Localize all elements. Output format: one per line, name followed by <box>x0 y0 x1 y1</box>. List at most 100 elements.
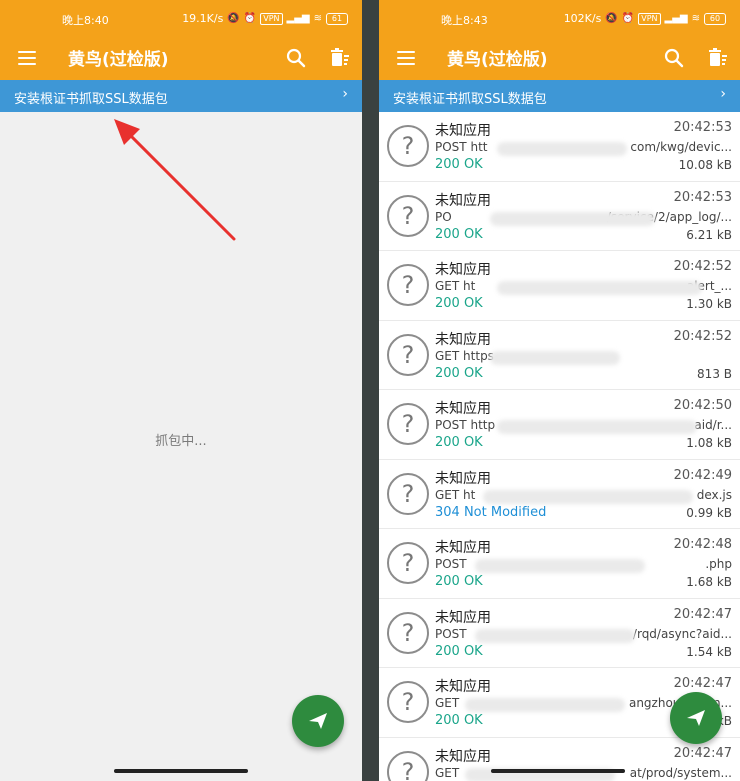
request-status: 200 OK <box>435 713 483 728</box>
chevron-right-icon: › <box>720 86 726 102</box>
request-url-end: .php <box>703 557 732 571</box>
unknown-app-icon: ? <box>387 681 429 723</box>
clear-list-icon[interactable] <box>706 46 730 70</box>
send-icon <box>309 713 327 729</box>
request-status: 200 OK <box>435 226 483 242</box>
redaction-blur <box>497 420 697 434</box>
request-method: GET <box>435 279 460 293</box>
request-app-name: 未知应用 <box>435 401 491 417</box>
request-app-name: 未知应用 <box>435 192 491 209</box>
request-url-start: ht <box>463 279 476 293</box>
request-url-end: /rqd/async?aid... <box>630 626 732 641</box>
request-url-start: http <box>470 418 496 432</box>
menu-icon[interactable] <box>18 51 36 65</box>
request-time: 20:42:49 <box>673 467 732 483</box>
request-status: 200 OK <box>435 296 483 311</box>
request-row[interactable]: ? 未知应用 20:42:48 POST .php 200 OK 1.68 kB <box>379 529 740 599</box>
redaction-blur <box>497 281 702 295</box>
alarm-icon: ⏰ <box>621 13 635 24</box>
request-row[interactable]: ? 未知应用 20:42:50 POST http aid/r... 200 OK 1.08… <box>379 390 740 460</box>
unknown-app-icon: ? <box>387 542 429 584</box>
request-size: 0.99 kB <box>686 505 732 520</box>
status-icons: 19.1K/s 🔕 ⏰ VPN ▂▄▆ ≋ 61 <box>182 12 348 25</box>
ssl-banner-text: 安装根证书抓取SSL数据包 <box>14 92 168 107</box>
request-url-end: com/kwg/devic... <box>628 140 732 154</box>
send-fab-button[interactable] <box>292 695 344 747</box>
request-method: GET <box>435 765 460 780</box>
request-app-name: 未知应用 <box>435 679 491 695</box>
request-method: GET <box>435 487 460 502</box>
search-icon[interactable] <box>662 46 686 70</box>
network-speed: 102K/s <box>563 12 602 25</box>
request-url-end: aid/r... <box>692 418 732 432</box>
phone-screen-right: 晚上8:43 102K/s 🔕 ⏰ VPN ▂▄▆ ≋ 60 黄鸟(过检版) 安… <box>379 0 740 781</box>
send-fab-button[interactable] <box>670 692 722 744</box>
redaction-blur <box>475 559 645 573</box>
mute-icon: 🔕 <box>605 13 618 24</box>
request-time: 20:42:47 <box>673 676 732 691</box>
unknown-app-icon: ? <box>387 264 429 306</box>
menu-icon[interactable] <box>397 51 415 65</box>
mute-icon: 🔕 <box>227 13 240 24</box>
request-app-name: 未知应用 <box>435 262 491 278</box>
request-app-name: 未知应用 <box>435 470 491 487</box>
send-icon <box>687 710 705 726</box>
ssl-certificate-banner[interactable]: 安装根证书抓取SSL数据包 › <box>0 80 362 112</box>
request-method: POST <box>435 557 467 571</box>
capturing-status: 抓包中... <box>155 434 207 449</box>
request-status: 304 Not Modified <box>435 504 547 520</box>
unknown-app-icon: ? <box>387 333 429 376</box>
request-status: 200 OK <box>435 365 483 381</box>
request-time: 20:42:50 <box>673 398 732 413</box>
request-time: 20:42:48 <box>673 537 732 552</box>
unknown-app-icon: ? <box>387 125 429 167</box>
request-status: 200 OK <box>435 574 483 589</box>
request-app-name: 未知应用 <box>435 331 491 348</box>
request-app-name: 未知应用 <box>435 609 491 626</box>
request-time: 20:42:53 <box>673 189 732 205</box>
request-app-name: 未知应用 <box>435 748 491 765</box>
request-time: 20:42:52 <box>673 259 732 274</box>
request-url-end: dex.js <box>694 487 732 502</box>
battery-indicator: 60 <box>704 12 726 25</box>
signal-icon: ▂▄▆ <box>664 13 688 24</box>
request-size: 10.08 kB <box>678 158 732 172</box>
request-size: 6.21 kB <box>686 227 732 242</box>
request-time: 20:42:47 <box>673 606 732 622</box>
request-size: 1.68 kB <box>686 575 732 589</box>
request-row[interactable]: ? 未知应用 20:42:53 PO /service/2/app_log/... 20… <box>379 181 740 251</box>
app-bar: 黄鸟(过检版) <box>0 38 362 80</box>
request-method: POST <box>435 140 467 154</box>
annotation-arrow <box>114 119 236 241</box>
status-time: 晚上8:40 <box>62 14 109 27</box>
redaction-blur <box>497 142 627 156</box>
request-time: 20:42:52 <box>673 328 732 344</box>
app-bar: 黄鸟(过检版) <box>379 38 740 80</box>
redaction-blur <box>475 628 635 643</box>
request-row[interactable]: ? 未知应用 20:42:53 POST htt com/kwg/devic... 200… <box>379 112 740 182</box>
request-row[interactable]: ? 未知应用 20:42:47 POST /rqd/async?aid... 200 O… <box>379 598 740 668</box>
alarm-icon: ⏰ <box>243 13 257 24</box>
request-row[interactable]: ? 未知应用 20:42:52 GET https 200 OK 813 B <box>379 320 740 390</box>
ssl-certificate-banner[interactable]: 安装根证书抓取SSL数据包 › <box>379 80 740 112</box>
clear-list-icon[interactable] <box>328 46 352 70</box>
redaction-blur <box>465 698 625 712</box>
search-icon[interactable] <box>284 46 308 70</box>
request-size: 813 B <box>697 366 732 381</box>
wifi-icon: ≋ <box>691 13 700 24</box>
request-row[interactable]: ? 未知应用 20:42:49 GET ht dex.js 304 Not Modifie… <box>379 459 740 529</box>
request-app-name: 未知应用 <box>435 540 491 556</box>
request-row[interactable]: ? 未知应用 20:42:47 GET at/prod/system... <box>379 737 740 781</box>
status-bar: 晚上8:40 19.1K/s 🔕 ⏰ VPN ▂▄▆ ≋ 61 <box>0 0 362 38</box>
unknown-app-icon: ? <box>387 403 429 445</box>
request-status: 200 OK <box>435 157 483 172</box>
vpn-badge: VPN <box>638 12 661 25</box>
request-size: 1.30 kB <box>686 297 732 311</box>
request-row[interactable]: ? 未知应用 20:42:52 GET ht alert_... 200 OK 1.30 k… <box>379 251 740 321</box>
request-status: 200 OK <box>435 643 483 659</box>
request-method: GET <box>435 348 460 363</box>
battery-indicator: 61 <box>326 12 348 25</box>
request-size: 1.54 kB <box>686 644 732 659</box>
status-icons: 102K/s 🔕 ⏰ VPN ▂▄▆ ≋ 60 <box>564 12 726 25</box>
redaction-blur <box>483 489 693 504</box>
